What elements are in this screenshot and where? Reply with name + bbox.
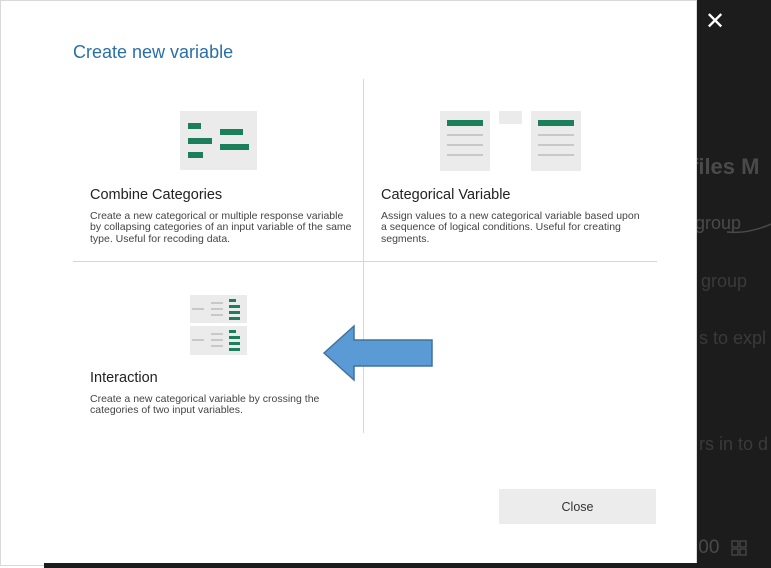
combine-categories-option[interactable]: Combine Categories Create a new categori…: [73, 79, 363, 261]
categorical-variable-option[interactable]: Categorical Variable Assign values to a …: [364, 79, 657, 261]
option-description: Create a new categorical variable by cro…: [90, 393, 320, 417]
close-icon[interactable]: ✕: [700, 7, 730, 37]
close-button[interactable]: Close: [499, 489, 656, 524]
option-description: Create a new categorical or multiple res…: [90, 210, 352, 245]
create-variable-dialog: Create new variable Combine Categories C…: [0, 0, 697, 566]
background-text: .00: [697, 537, 720, 558]
option-description: Assign values to a new categorical varia…: [381, 210, 640, 245]
combine-categories-icon: [180, 111, 257, 170]
categorical-variable-icon: [440, 111, 581, 171]
grid-icon: [731, 540, 747, 556]
background-heading: files M: [697, 154, 760, 179]
dialog-title: Create new variable: [73, 42, 234, 62]
interaction-option[interactable]: Interaction Create a new categorical var…: [73, 262, 363, 433]
option-title: Interaction: [90, 370, 158, 386]
background-text: s to expl: [699, 328, 767, 348]
left-arrow-annotation: [322, 324, 433, 382]
modal-backdrop[interactable]: files M group group s to expl rs in to d…: [697, 0, 771, 568]
backdrop-strip: [44, 563, 697, 568]
interaction-icon: [190, 295, 247, 355]
background-text: rs in to d: [699, 434, 769, 454]
option-title: Categorical Variable: [381, 187, 511, 203]
background-text: group: [701, 271, 748, 291]
background-curve: [727, 223, 771, 234]
option-title: Combine Categories: [90, 187, 223, 203]
